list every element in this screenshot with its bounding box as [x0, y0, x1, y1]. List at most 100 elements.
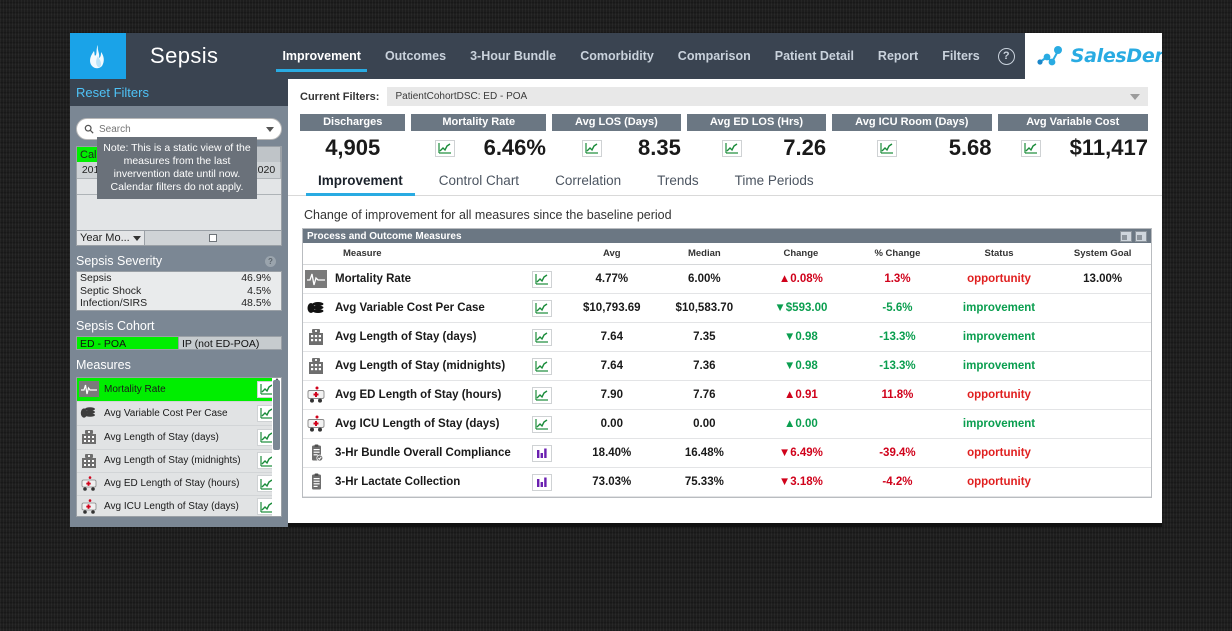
table-row[interactable]: Mortality Rate 4.77% 6.00% ▲0.08% 1.3% o… [303, 264, 1151, 294]
cell-system-goal [1054, 409, 1151, 439]
cell-chart[interactable] [519, 351, 566, 381]
table-row[interactable]: 3-Hr Bundle Overall Compliance 18.40% 16… [303, 438, 1151, 468]
nav-item-patient-detail[interactable]: Patient Detail [763, 33, 866, 79]
line-chart-icon[interactable] [434, 139, 455, 157]
table-title: Process and Outcome Measures [307, 230, 462, 242]
line-chart-icon[interactable] [532, 386, 553, 404]
col-system-goal[interactable]: System Goal [1054, 243, 1151, 265]
year-month-checkbox-cell[interactable] [145, 231, 281, 245]
cell-system-goal: 13.00% [1054, 264, 1151, 294]
chevron-down-icon[interactable] [266, 126, 274, 132]
col-avg[interactable]: Avg [565, 243, 659, 265]
cell-pct-change: -4.2% [851, 467, 944, 497]
search-input[interactable] [99, 123, 261, 135]
line-chart-icon[interactable] [532, 328, 553, 346]
list-item[interactable]: Avg ICU Length of Stay (days) [77, 496, 281, 516]
table-row[interactable]: Avg ICU Length of Stay (days) 0.00 0.00 … [303, 409, 1151, 439]
cell-median: 6.00% [658, 264, 751, 294]
nav-item-outcomes[interactable]: Outcomes [373, 33, 458, 79]
nav-item-improvement[interactable]: Improvement [270, 33, 373, 79]
measures-scrollbar[interactable] [272, 377, 281, 516]
line-chart-icon[interactable] [582, 139, 602, 157]
list-item-label: Avg Length of Stay (days) [104, 431, 219, 443]
export-excel-icon[interactable] [1120, 230, 1132, 242]
content-tabs: Improvement Control Chart Correlation Tr… [288, 165, 1162, 196]
tab-improvement[interactable]: Improvement [302, 169, 419, 196]
col-change[interactable]: Change [750, 243, 852, 265]
cell-system-goal [1054, 380, 1151, 410]
col-pct-change[interactable]: % Change [851, 243, 944, 265]
tab-time-periods[interactable]: Time Periods [719, 169, 830, 195]
status-badge: opportunity [943, 264, 1055, 294]
sidebar-header: Reset Filters [70, 79, 288, 106]
col-measure[interactable]: Measure [303, 243, 520, 265]
cell-pct-change: 1.3% [851, 264, 944, 294]
col-median[interactable]: Median [658, 243, 751, 265]
cell-chart[interactable] [519, 293, 566, 323]
nav-item-filters[interactable]: Filters [930, 33, 992, 79]
status-badge: opportunity [943, 380, 1055, 410]
line-chart-icon[interactable] [877, 139, 898, 157]
line-chart-icon[interactable] [722, 139, 743, 157]
list-item[interactable]: Avg Length of Stay (midnights) [77, 450, 281, 473]
measure-label: Avg ICU Length of Stay (days) [335, 417, 500, 430]
cell-median: 16.48% [658, 438, 751, 468]
cell-measure: 3-Hr Lactate Collection [303, 467, 520, 497]
list-item[interactable]: Avg Length of Stay (days) [77, 426, 281, 450]
list-item[interactable]: Avg Variable Cost Per Case [77, 402, 281, 426]
year-month-select[interactable]: Year Mo... [77, 231, 145, 245]
cell-avg: $10,793.69 [565, 293, 659, 323]
chevron-down-icon[interactable] [133, 235, 141, 241]
nav-item-comorbidity[interactable]: Comorbidity [568, 33, 666, 79]
cell-chart[interactable] [519, 467, 566, 497]
cell-system-goal [1054, 467, 1151, 497]
question-mark-icon[interactable]: ? [265, 255, 276, 267]
ambulance-icon [78, 474, 100, 494]
list-item[interactable]: Mortality Rate [77, 377, 281, 402]
table-row[interactable]: Avg Variable Cost Per Case $10,793.69 $1… [303, 293, 1151, 323]
question-mark-icon[interactable]: ? [997, 47, 1015, 65]
table-row[interactable]: Avg ED Length of Stay (hours) 7.90 7.76 … [303, 380, 1151, 410]
line-chart-icon[interactable] [1020, 139, 1041, 157]
current-filters-value[interactable]: PatientCohortDSC: ED - POA [387, 87, 1148, 106]
list-item[interactable]: Sepsis 46.9% [77, 272, 281, 285]
bar-chart-icon[interactable] [532, 473, 553, 491]
line-chart-icon[interactable] [532, 299, 553, 317]
chevron-down-icon[interactable] [1130, 93, 1140, 100]
table-row[interactable]: Avg Length of Stay (midnights) 7.64 7.36… [303, 351, 1151, 381]
nav-item-report[interactable]: Report [866, 33, 930, 79]
year-month-checkbox[interactable] [209, 234, 217, 242]
cell-chart[interactable] [519, 322, 566, 352]
cell-chart[interactable] [519, 264, 566, 294]
app-title: Sepsis [150, 43, 219, 68]
list-item[interactable]: Avg ED Length of Stay (hours) [77, 473, 281, 496]
cell-chart[interactable] [519, 380, 566, 410]
current-filters-bar: Current Filters: PatientCohortDSC: ED - … [288, 79, 1162, 106]
tab-control-chart[interactable]: Control Chart [423, 169, 535, 195]
scrollbar-thumb[interactable] [273, 379, 280, 450]
cell-chart[interactable] [519, 409, 566, 439]
nav-item-3-hour-bundle[interactable]: 3-Hour Bundle [458, 33, 568, 79]
kpi-row: Discharges 4,905 Mortality Rate 6.46% Av… [288, 106, 1162, 165]
list-item[interactable]: Septic Shock 4.5% [77, 285, 281, 298]
reset-filters-button[interactable]: Reset Filters [76, 85, 149, 100]
line-chart-icon[interactable] [532, 270, 553, 288]
cohort-option-ed-poa[interactable]: ED - POA [76, 335, 179, 350]
bar-chart-icon[interactable] [532, 444, 553, 462]
tab-trends[interactable]: Trends [641, 169, 715, 195]
tab-correlation[interactable]: Correlation [539, 169, 637, 195]
heartbeat-icon [303, 268, 329, 290]
cell-avg: 73.03% [565, 467, 659, 497]
nav-item-comparison[interactable]: Comparison [666, 33, 763, 79]
table-row[interactable]: Avg Length of Stay (days) 7.64 7.35 ▼0.9… [303, 322, 1151, 352]
cell-chart[interactable] [519, 438, 566, 468]
cohort-option-ip[interactable]: IP (not ED-POA) [179, 335, 282, 350]
export-image-icon[interactable] [1135, 230, 1147, 242]
list-item[interactable]: Infection/SIRS 48.5% [77, 297, 281, 310]
line-chart-icon[interactable] [532, 415, 553, 433]
month-row[interactable] [77, 194, 281, 230]
line-chart-icon[interactable] [532, 357, 553, 375]
cell-system-goal [1054, 293, 1151, 323]
table-row[interactable]: 3-Hr Lactate Collection 73.03% 75.33% ▼3… [303, 467, 1151, 497]
col-status[interactable]: Status [943, 243, 1055, 265]
